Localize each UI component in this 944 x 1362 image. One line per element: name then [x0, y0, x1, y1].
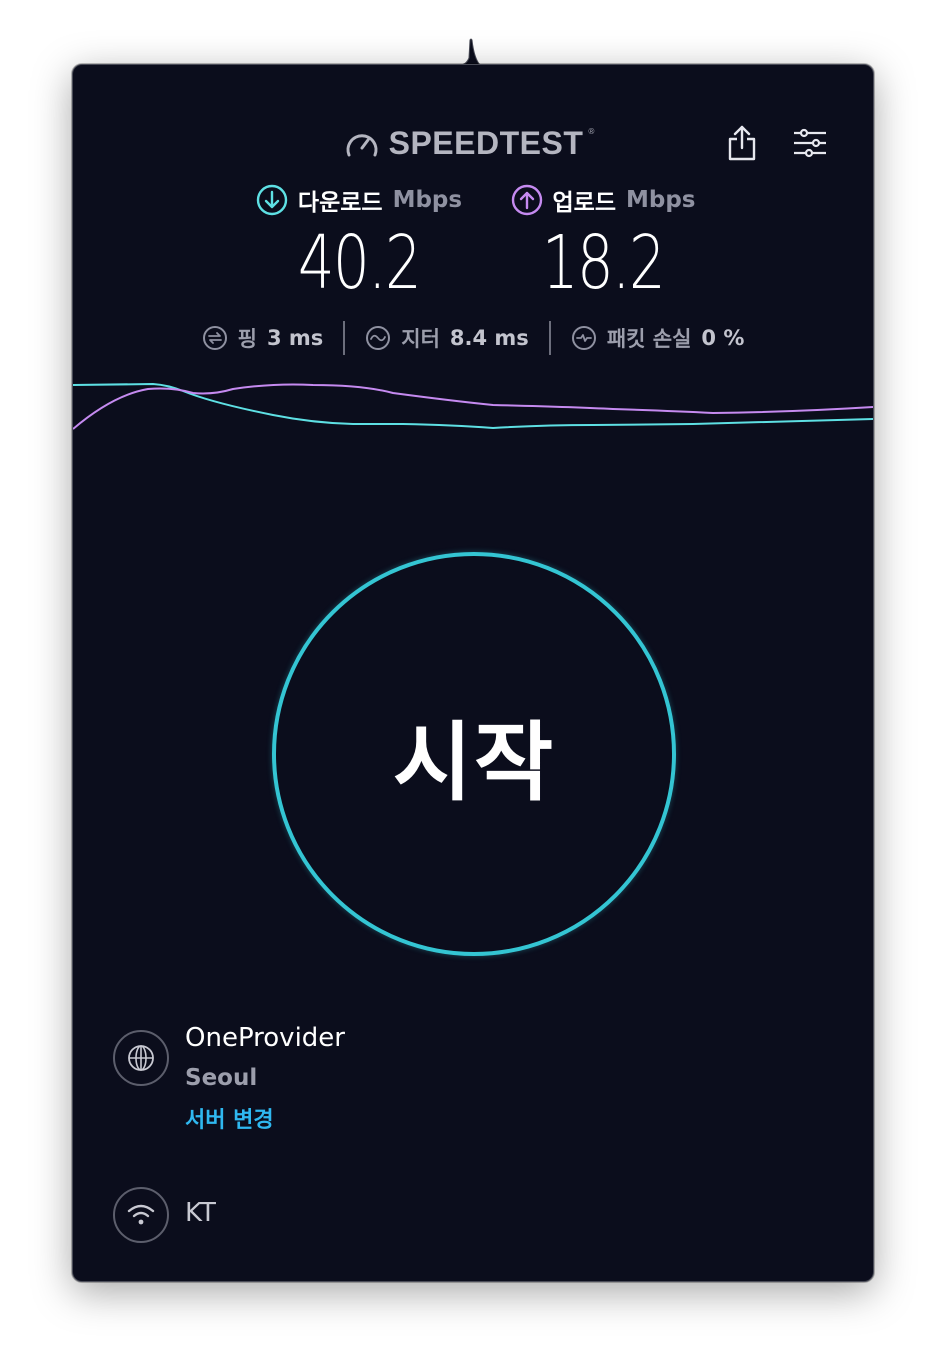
- share-icon: [728, 125, 756, 161]
- server-city: Seoul: [185, 1065, 258, 1091]
- upload-arrow-icon: [511, 184, 542, 216]
- download-graph-line: [73, 382, 873, 430]
- speedtest-window: SPEEDTEST ® 다운로드 Mbps 40.2 업로드 Mbps 18.2…: [0, 0, 944, 1362]
- jitter-label: 지터: [401, 327, 440, 351]
- upload-header: 업로드 Mbps: [483, 183, 723, 217]
- download-unit: Mbps: [392, 187, 463, 213]
- download-result: 다운로드 Mbps 40.2: [239, 183, 479, 303]
- download-value: 40.2: [297, 220, 422, 306]
- speedtest-panel: SPEEDTEST ® 다운로드 Mbps 40.2 업로드 Mbps 18.2…: [72, 64, 874, 1282]
- share-button[interactable]: [720, 121, 764, 165]
- jitter-icon: [366, 326, 391, 350]
- upload-label: 업로드: [552, 190, 616, 216]
- isp-name: KT: [185, 1198, 216, 1228]
- start-button[interactable]: 시작: [272, 552, 676, 956]
- trademark: ®: [587, 127, 596, 136]
- download-arrow-icon: [256, 184, 288, 216]
- isp-wifi-badge: [113, 1187, 169, 1243]
- upload-result: 업로드 Mbps 18.2: [483, 183, 723, 303]
- packet-loss-value: 0 %: [701, 326, 745, 350]
- settings-button[interactable]: [788, 121, 832, 165]
- ping-value: 3 ms: [266, 326, 324, 350]
- download-header: 다운로드 Mbps: [239, 183, 479, 217]
- sliders-icon: [794, 128, 826, 158]
- jitter-stat: 지터 8.4 ms: [345, 323, 549, 353]
- speed-graph: [73, 382, 873, 430]
- globe-icon: [128, 1045, 154, 1071]
- brand-name: SPEEDTEST: [388, 125, 584, 161]
- stats-bar: 핑 3 ms 지터 8.4 ms 패킷 손실 0 %: [73, 321, 873, 355]
- ping-label: 핑: [237, 327, 257, 351]
- packet-loss-label: 패킷 손실: [606, 327, 692, 351]
- change-server-link[interactable]: 서버 변경: [185, 1102, 274, 1134]
- server-globe-button: [113, 1030, 169, 1086]
- upload-value: 18.2: [541, 220, 666, 306]
- upload-unit: Mbps: [625, 187, 696, 213]
- ping-icon: [202, 326, 227, 350]
- download-label: 다운로드: [297, 190, 383, 216]
- popover-arrow: [440, 38, 500, 66]
- wifi-icon: [127, 1204, 155, 1225]
- jitter-value: 8.4 ms: [449, 326, 529, 350]
- start-label: 시작: [392, 712, 556, 813]
- server-name: OneProvider: [185, 1023, 345, 1053]
- speedometer-icon: [346, 133, 378, 156]
- packet-loss-icon: [571, 326, 596, 350]
- ping-stat: 핑 3 ms: [182, 323, 344, 353]
- packet-loss-stat: 패킷 손실 0 %: [551, 323, 765, 353]
